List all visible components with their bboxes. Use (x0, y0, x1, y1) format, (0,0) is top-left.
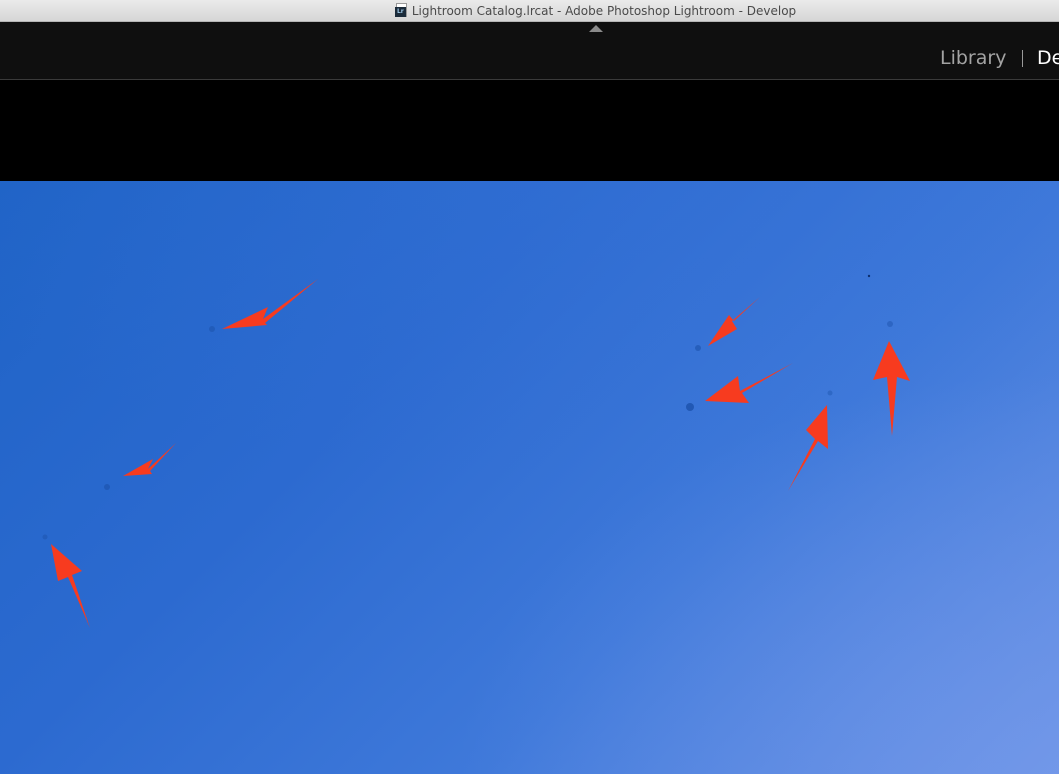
arrow-icon (788, 405, 828, 491)
annotation-arrows (51, 279, 910, 628)
photo-canvas[interactable] (0, 181, 1059, 774)
dust-spots (42, 274, 893, 540)
arrow-icon (873, 341, 910, 436)
dust-spot (695, 345, 701, 351)
module-library[interactable]: Library (940, 46, 1006, 70)
dust-spot (42, 534, 48, 540)
photo-overlay (42, 274, 910, 628)
arrow-icon (222, 279, 318, 329)
module-separator (1022, 50, 1023, 67)
dust-spot (887, 321, 893, 327)
dust-spot (686, 403, 694, 411)
black-toolbar-area (0, 80, 1059, 181)
arrow-icon (705, 363, 793, 403)
dust-spot (209, 326, 215, 332)
lrcat-document-icon: Lr (394, 3, 408, 18)
window-title: Lightroom Catalog.lrcat - Adobe Photosho… (411, 3, 797, 18)
module-develop[interactable]: De (1037, 46, 1059, 70)
arrow-icon (51, 544, 90, 628)
dust-spot (827, 390, 833, 396)
top-panel: Library De (0, 22, 1059, 79)
window-titlebar: Lr Lightroom Catalog.lrcat - Adobe Photo… (0, 0, 1059, 22)
dust-spot (867, 274, 871, 278)
window-title-group: Lr Lightroom Catalog.lrcat - Adobe Photo… (394, 3, 796, 18)
lr-badge: Lr (394, 7, 406, 17)
arrow-icon (708, 297, 760, 346)
dust-spot (104, 484, 110, 490)
arrow-icon (123, 443, 176, 476)
module-picker: Library De (0, 22, 1059, 79)
